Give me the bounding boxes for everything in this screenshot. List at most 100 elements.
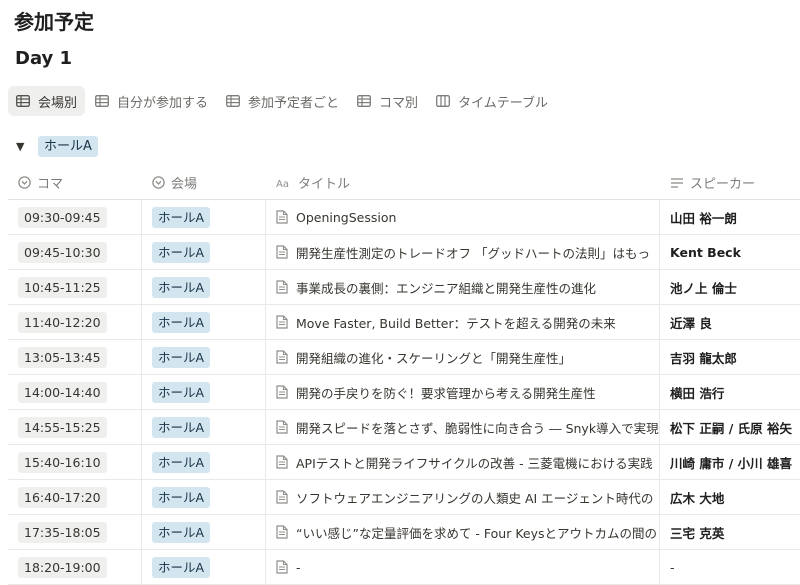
title-cell[interactable]: “いい感じ”な定量評価を求めて - Four Keysとアウトカムの間の	[266, 515, 660, 549]
svg-text:Aa: Aa	[276, 179, 289, 189]
time-cell[interactable]: 13:05-13:45	[8, 340, 142, 374]
session-title: 開発生産性測定のトレードオフ 「グッドハートの法則」はもっ	[296, 245, 650, 261]
time-cell[interactable]: 16:40-17:20	[8, 480, 142, 514]
tab-by-slot[interactable]: コマ別	[349, 86, 426, 116]
page-icon	[276, 315, 288, 329]
collapse-caret-icon[interactable]: ▼	[16, 140, 30, 153]
page-icon	[276, 385, 288, 399]
tab-label: 自分が参加する	[117, 95, 209, 111]
speaker-cell[interactable]: 池ノ上 倫士	[660, 270, 800, 304]
hall-cell[interactable]: ホールA	[142, 340, 266, 374]
speaker-name: 近澤 良	[670, 315, 712, 331]
title-cell[interactable]: 開発生産性測定のトレードオフ 「グッドハートの法則」はもっ	[266, 235, 660, 269]
speaker-cell[interactable]: 山田 裕一朗	[660, 200, 800, 234]
tab-venue[interactable]: 会場別	[8, 86, 86, 116]
time-cell[interactable]: 14:55-15:25	[8, 410, 142, 444]
title-cell[interactable]: 開発組織の進化・スケーリングと「開発生産性」	[266, 340, 660, 374]
time-cell[interactable]: 15:40-16:10	[8, 445, 142, 479]
time-cell[interactable]: 10:45-11:25	[8, 270, 142, 304]
table-header: コマ 会場 Aa タイトル スピーカー	[8, 166, 800, 200]
tab-label: コマ別	[379, 95, 419, 111]
table-row[interactable]: 15:40-16:10 ホールA APIテストと開発ライフサイクルの改善 - 三…	[8, 445, 800, 480]
title-cell[interactable]: ソフトウェアエンジニアリングの人類史 AI エージェント時代の	[266, 480, 660, 514]
hall-cell[interactable]: ホールA	[142, 375, 266, 409]
page-icon	[276, 455, 288, 469]
speaker-cell[interactable]: 横田 浩行	[660, 375, 800, 409]
title-cell[interactable]: 開発の手戻りを防ぐ！要求管理から考える開発生産性	[266, 375, 660, 409]
table-icon	[357, 95, 371, 107]
title-cell[interactable]: OpeningSession	[266, 200, 660, 234]
table-row[interactable]: 10:45-11:25 ホールA 事業成長の裏側：エンジニア組織と開発生産性の進…	[8, 270, 800, 305]
title-cell[interactable]: APIテストと開発ライフサイクルの改善 - 三菱電機における実践	[266, 445, 660, 479]
title-cell[interactable]: 事業成長の裏側：エンジニア組織と開発生産性の進化	[266, 270, 660, 304]
table-row[interactable]: 09:30-09:45 ホールA OpeningSession 山田 裕一朗	[8, 200, 800, 235]
session-title: “いい感じ”な定量評価を求めて - Four Keysとアウトカムの間の	[296, 525, 658, 541]
hall-cell[interactable]: ホールA	[142, 235, 266, 269]
tab-timetable[interactable]: タイムテーブル	[428, 86, 556, 116]
time-cell[interactable]: 09:45-10:30	[8, 235, 142, 269]
tab-label: 会場別	[38, 95, 78, 111]
time-chip: 10:45-11:25	[18, 276, 107, 298]
time-chip: 17:35-18:05	[18, 521, 107, 543]
session-title: OpeningSession	[296, 209, 397, 225]
table-row[interactable]: 13:05-13:45 ホールA 開発組織の進化・スケーリングと「開発生産性」 …	[8, 340, 800, 375]
column-header-time[interactable]: コマ	[8, 166, 142, 199]
table-row[interactable]: 18:20-19:00 ホールA - -	[8, 550, 800, 585]
time-cell[interactable]: 17:35-18:05	[8, 515, 142, 549]
table-row[interactable]: 11:40-12:20 ホールA Move Faster, Build Bett…	[8, 305, 800, 340]
table-row[interactable]: 09:45-10:30 ホールA 開発生産性測定のトレードオフ 「グッドハートの…	[8, 235, 800, 270]
time-cell[interactable]: 14:00-14:40	[8, 375, 142, 409]
page-icon	[276, 560, 288, 574]
time-cell[interactable]: 18:20-19:00	[8, 550, 142, 584]
table-row[interactable]: 14:00-14:40 ホールA 開発の手戻りを防ぐ！要求管理から考える開発生産…	[8, 375, 800, 410]
title-cell[interactable]: 開発スピードを落とさず、脆弱性に向き合う ― Snyk導入で実現	[266, 410, 660, 444]
column-header-label: コマ	[37, 177, 64, 192]
hall-chip: ホールA	[152, 381, 211, 403]
column-header-title[interactable]: Aa タイトル	[266, 166, 660, 199]
speaker-cell[interactable]: Kent Beck	[660, 235, 800, 269]
hall-cell[interactable]: ホールA	[142, 200, 266, 234]
page-title: 参加予定	[14, 10, 94, 34]
time-cell[interactable]: 09:30-09:45	[8, 200, 142, 234]
speaker-cell[interactable]: 三宅 克英	[660, 515, 800, 549]
hall-chip: ホールA	[152, 416, 211, 438]
tab-my-attending[interactable]: 自分が参加する	[87, 86, 216, 116]
hall-cell[interactable]: ホールA	[142, 305, 266, 339]
speaker-cell[interactable]: 松下 正嗣 / 氏原 裕矢	[660, 410, 800, 444]
speaker-name: 横田 浩行	[670, 385, 725, 401]
title-cell[interactable]: Move Faster, Build Better：テストを超える開発の未来	[266, 305, 660, 339]
select-property-icon	[152, 176, 165, 189]
session-title: 開発スピードを落とさず、脆弱性に向き合う ― Snyk導入で実現	[296, 420, 659, 436]
speaker-cell[interactable]: 近澤 良	[660, 305, 800, 339]
speaker-cell[interactable]: 広木 大地	[660, 480, 800, 514]
hall-cell[interactable]: ホールA	[142, 515, 266, 549]
session-title: ソフトウェアエンジニアリングの人類史 AI エージェント時代の	[296, 490, 654, 506]
hall-cell[interactable]: ホールA	[142, 410, 266, 444]
table-row[interactable]: 16:40-17:20 ホールA ソフトウェアエンジニアリングの人類史 AI エ…	[8, 480, 800, 515]
table-row[interactable]: 17:35-18:05 ホールA “いい感じ”な定量評価を求めて - Four …	[8, 515, 800, 550]
select-property-icon	[18, 176, 31, 189]
day-heading: Day 1	[15, 48, 73, 69]
timeline-icon	[436, 95, 451, 107]
hall-cell[interactable]: ホールA	[142, 550, 266, 584]
table-icon	[16, 95, 30, 107]
table-row[interactable]: 14:55-15:25 ホールA 開発スピードを落とさず、脆弱性に向き合う ― …	[8, 410, 800, 445]
speaker-cell[interactable]: -	[660, 550, 800, 584]
session-title: -	[296, 559, 301, 575]
page-icon	[276, 245, 288, 259]
hall-cell[interactable]: ホールA	[142, 270, 266, 304]
title-cell[interactable]: -	[266, 550, 660, 584]
tab-label: タイムテーブル	[458, 95, 549, 111]
sessions-table: コマ 会場 Aa タイトル スピーカー 09:30-09:45 ホールA Ope…	[8, 166, 800, 585]
time-chip: 16:40-17:20	[18, 486, 107, 508]
column-header-speaker[interactable]: スピーカー	[660, 166, 800, 199]
time-cell[interactable]: 11:40-12:20	[8, 305, 142, 339]
hall-cell[interactable]: ホールA	[142, 480, 266, 514]
speaker-cell[interactable]: 吉羽 龍太郎	[660, 340, 800, 374]
speaker-cell[interactable]: 川崎 庸市 / 小川 雄喜	[660, 445, 800, 479]
hall-cell[interactable]: ホールA	[142, 445, 266, 479]
tab-by-attendee[interactable]: 参加予定者ごと	[218, 86, 347, 116]
column-header-hall[interactable]: 会場	[142, 166, 266, 199]
speaker-name: -	[670, 559, 675, 575]
hall-chip: ホールA	[152, 346, 211, 368]
